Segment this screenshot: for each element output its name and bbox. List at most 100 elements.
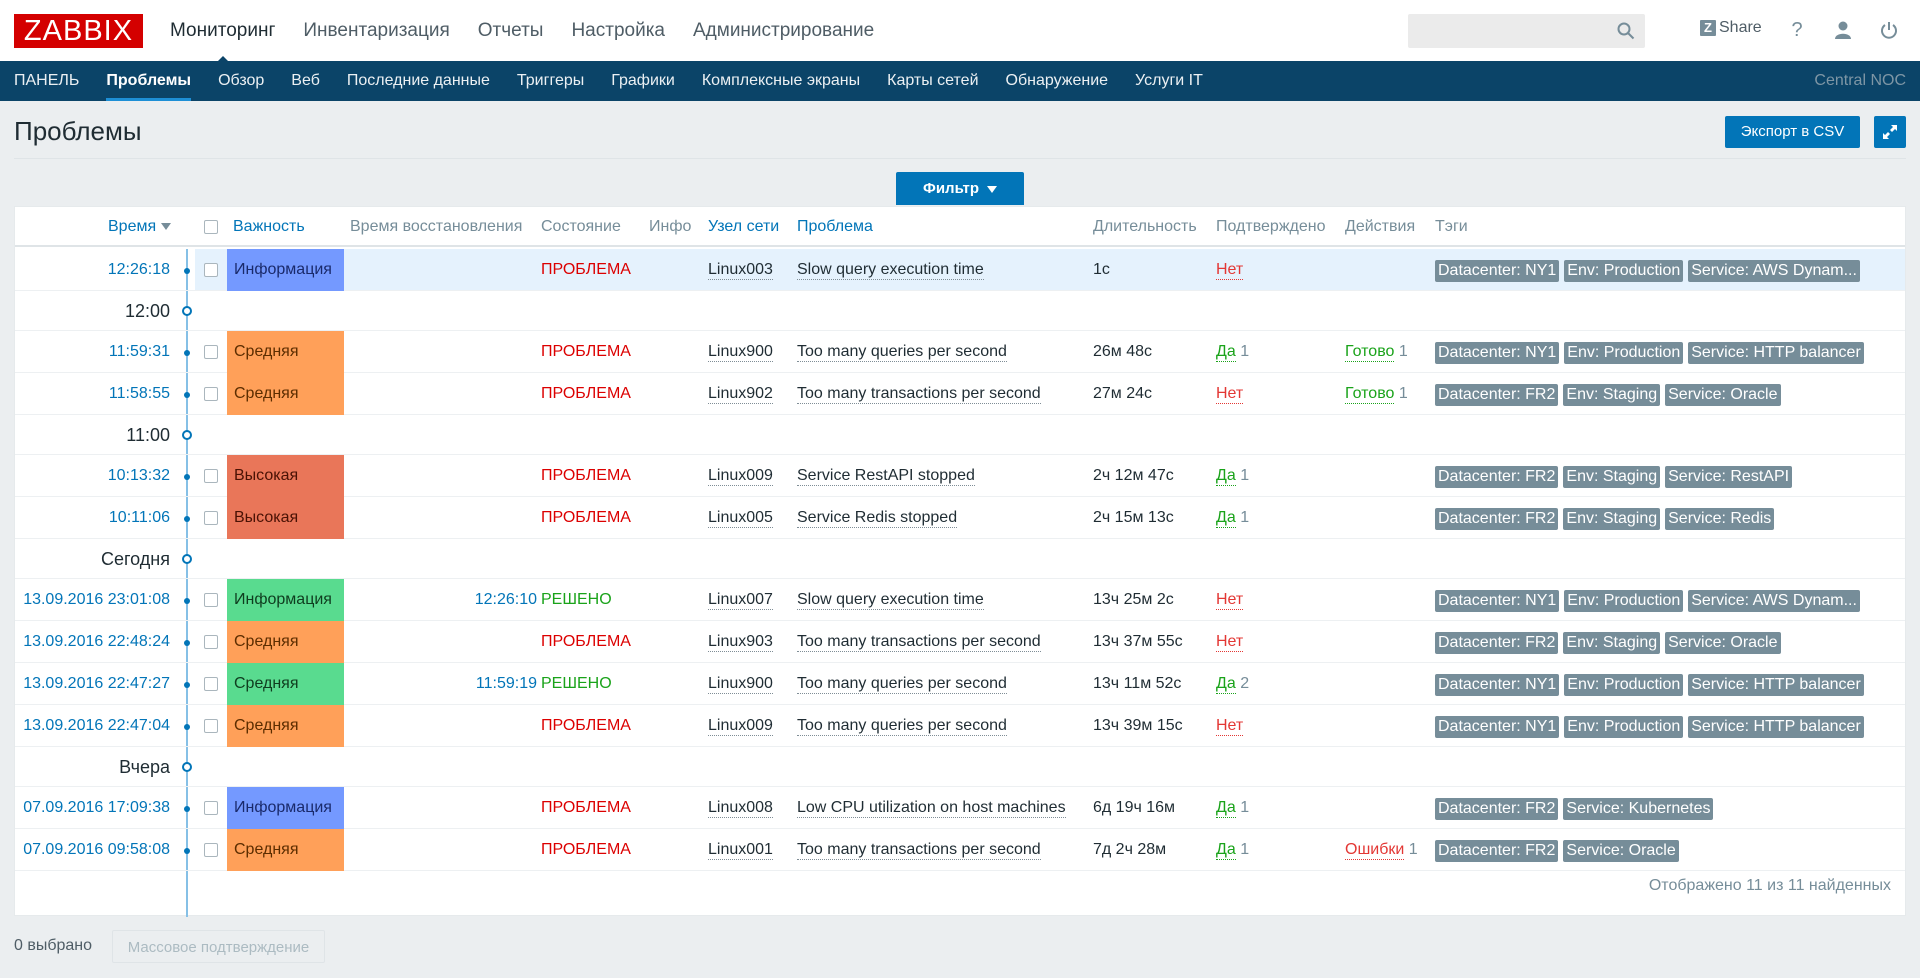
row-checkbox[interactable] [204,635,218,649]
submenu-overview[interactable]: Обзор [218,61,264,101]
acknowledge-link[interactable]: Нет [1216,717,1244,736]
problem-link[interactable]: Too many transactions per second [797,385,1041,404]
tag-badge[interactable]: Env: Production [1564,260,1684,282]
zabbix-logo[interactable]: ZABBIX [14,14,143,48]
problem-link[interactable]: Slow query execution time [797,591,984,610]
acknowledge-link[interactable]: Нет [1216,591,1244,610]
tag-badge[interactable]: Service: HTTP balancer [1688,674,1864,696]
row-checkbox[interactable] [204,719,218,733]
recovery-time-link[interactable]: 12:26:10 [475,579,537,621]
row-checkbox[interactable] [204,469,218,483]
mass-acknowledge-button[interactable]: Массовое подтверждение [112,930,325,963]
menu-administration[interactable]: Администрирование [693,20,874,42]
submenu-dashboard[interactable]: ПАНЕЛЬ [14,61,79,101]
table-row[interactable]: 10:13:32 Высокая ПРОБЛЕМА Linux009 Servi… [15,455,1905,497]
tag-badge[interactable]: Datacenter: NY1 [1435,674,1560,696]
tag-badge[interactable]: Service: HTTP balancer [1688,716,1864,738]
acknowledge-link[interactable]: Нет [1216,261,1244,280]
tag-badge[interactable]: Env: Production [1564,716,1684,738]
event-time-link[interactable]: 13.09.2016 23:01:08 [23,579,170,621]
tag-badge[interactable]: Service: Oracle [1665,384,1781,406]
tag-badge[interactable]: Env: Staging [1563,384,1661,406]
help-icon[interactable]: ? [1783,16,1811,44]
actions-link[interactable]: Готово [1345,343,1395,362]
user-profile-icon[interactable] [1829,16,1857,44]
problem-link[interactable]: Too many transactions per second [797,633,1041,652]
tag-badge[interactable]: Datacenter: NY1 [1435,342,1560,364]
table-row[interactable]: 10:11:06 Высокая ПРОБЛЕМА Linux005 Servi… [15,497,1905,539]
host-link[interactable]: Linux001 [708,841,773,860]
filter-toggle-button[interactable]: Фильтр [896,172,1024,205]
tag-badge[interactable]: Service: Oracle [1665,632,1781,654]
menu-reports[interactable]: Отчеты [478,20,544,42]
problem-link[interactable]: Too many queries per second [797,717,1007,736]
column-problem[interactable]: Проблема [797,207,873,247]
tag-badge[interactable]: Service: Oracle [1563,840,1679,862]
tag-badge[interactable]: Datacenter: FR2 [1435,632,1559,654]
submenu-triggers[interactable]: Триггеры [517,61,584,101]
row-checkbox[interactable] [204,593,218,607]
table-row[interactable]: 12:26:18 Информация ПРОБЛЕМА Linux003 Sl… [15,249,1905,291]
search-input[interactable] [1408,14,1645,48]
host-link[interactable]: Linux005 [708,509,773,528]
acknowledge-link[interactable]: Да [1216,841,1236,860]
table-row[interactable]: 11:58:55 Средняя ПРОБЛЕМА Linux902 Too m… [15,373,1905,415]
problem-link[interactable]: Slow query execution time [797,261,984,280]
fullscreen-button[interactable] [1874,116,1906,148]
submenu-problems[interactable]: Проблемы [106,61,191,101]
submenu-web[interactable]: Веб [291,61,320,101]
table-row[interactable]: 13.09.2016 22:47:04 Средняя ПРОБЛЕМА Lin… [15,705,1905,747]
table-row[interactable]: 07.09.2016 09:58:08 Средняя ПРОБЛЕМА Lin… [15,829,1905,871]
menu-inventory[interactable]: Инвентаризация [303,20,449,42]
problem-link[interactable]: Service RestAPI stopped [797,467,975,486]
tag-badge[interactable]: Env: Staging [1563,508,1661,530]
submenu-it-services[interactable]: Услуги IT [1135,61,1203,101]
tag-badge[interactable]: Datacenter: NY1 [1435,716,1560,738]
problem-link[interactable]: Service Redis stopped [797,509,958,528]
tag-badge[interactable]: Service: AWS Dynam... [1688,260,1860,282]
tag-badge[interactable]: Service: Redis [1665,508,1775,530]
submenu-discovery[interactable]: Обнаружение [1006,61,1109,101]
row-checkbox[interactable] [204,511,218,525]
submenu-screens[interactable]: Комплексные экраны [702,61,860,101]
row-checkbox[interactable] [204,677,218,691]
host-link[interactable]: Linux003 [708,261,773,280]
tag-badge[interactable]: Service: HTTP balancer [1688,342,1864,364]
column-time[interactable]: Время [108,207,172,247]
search-icon[interactable] [1617,22,1635,40]
event-time-link[interactable]: 07.09.2016 17:09:38 [23,787,170,829]
host-link[interactable]: Linux008 [708,799,773,818]
table-row[interactable]: 11:59:31 Средняя ПРОБЛЕМА Linux900 Too m… [15,331,1905,373]
acknowledge-link[interactable]: Нет [1216,633,1244,652]
event-time-link[interactable]: 10:13:32 [108,455,170,497]
tag-badge[interactable]: Datacenter: FR2 [1435,840,1559,862]
actions-link[interactable]: Готово [1345,385,1395,404]
acknowledge-link[interactable]: Да [1216,509,1236,528]
host-link[interactable]: Linux009 [708,467,773,486]
sign-out-icon[interactable] [1875,16,1903,44]
host-link[interactable]: Linux902 [708,385,773,404]
column-host[interactable]: Узел сети [708,207,779,247]
tag-badge[interactable]: Env: Production [1564,674,1684,696]
tag-badge[interactable]: Datacenter: FR2 [1435,798,1559,820]
tag-badge[interactable]: Service: Kubernetes [1563,798,1714,820]
acknowledge-link[interactable]: Да [1216,675,1236,694]
export-csv-button[interactable]: Экспорт в CSV [1725,116,1860,148]
table-row[interactable]: 13.09.2016 23:01:08 Информация 12:26:10 … [15,579,1905,621]
event-time-link[interactable]: 11:59:31 [109,331,170,373]
acknowledge-link[interactable]: Нет [1216,385,1244,404]
recovery-time-link[interactable]: 11:59:19 [476,663,537,705]
event-time-link[interactable]: 10:11:06 [109,497,170,539]
event-time-link[interactable]: 11:58:55 [109,373,170,415]
tag-badge[interactable]: Env: Staging [1563,632,1661,654]
menu-configuration[interactable]: Настройка [571,20,665,42]
tag-badge[interactable]: Env: Production [1564,590,1684,612]
tag-badge[interactable]: Datacenter: FR2 [1435,384,1559,406]
event-time-link[interactable]: 12:26:18 [108,249,170,291]
table-row[interactable]: 13.09.2016 22:48:24 Средняя ПРОБЛЕМА Lin… [15,621,1905,663]
host-link[interactable]: Linux900 [708,343,773,362]
row-checkbox[interactable] [204,387,218,401]
tag-badge[interactable]: Datacenter: NY1 [1435,590,1560,612]
actions-link[interactable]: Ошибки [1345,841,1405,860]
host-link[interactable]: Linux009 [708,717,773,736]
